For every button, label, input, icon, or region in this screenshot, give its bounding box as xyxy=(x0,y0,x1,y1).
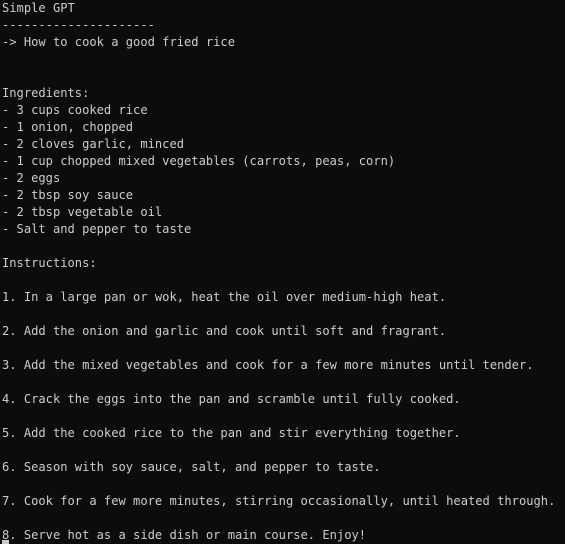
instruction-step: 5. Add the cooked rice to the pan and st… xyxy=(2,426,461,440)
instruction-step: 8. Serve hot as a side dish or main cour… xyxy=(2,528,367,542)
separator-line: --------------------- xyxy=(2,18,155,32)
ingredient-item: - 2 eggs xyxy=(2,171,61,185)
ingredient-item: - 2 cloves garlic, minced xyxy=(2,137,185,151)
instruction-step: 6. Season with soy sauce, salt, and pepp… xyxy=(2,460,381,474)
ingredient-item: - 3 cups cooked rice xyxy=(2,103,148,117)
instructions-header: Instructions: xyxy=(2,256,97,270)
instruction-step: 4. Crack the eggs into the pan and scram… xyxy=(2,392,461,406)
terminal-window[interactable]: Simple GPT --------------------- -> How … xyxy=(0,0,565,544)
text-cursor xyxy=(2,540,9,544)
ingredient-item: - 1 cup chopped mixed vegetables (carrot… xyxy=(2,154,396,168)
user-prompt: -> How to cook a good fried rice xyxy=(2,35,235,49)
ingredient-item: - Salt and pepper to taste xyxy=(2,222,192,236)
instruction-step: 2. Add the onion and garlic and cook unt… xyxy=(2,324,447,338)
app-title: Simple GPT xyxy=(2,1,75,15)
ingredient-item: - 2 tbsp soy sauce xyxy=(2,188,134,202)
ingredient-item: - 1 onion, chopped xyxy=(2,120,134,134)
ingredients-header: Ingredients: xyxy=(2,86,90,100)
instruction-step: 3. Add the mixed vegetables and cook for… xyxy=(2,358,534,372)
instruction-step: 1. In a large pan or wok, heat the oil o… xyxy=(2,290,447,304)
instruction-step: 7. Cook for a few more minutes, stirring… xyxy=(2,494,556,508)
ingredient-item: - 2 tbsp vegetable oil xyxy=(2,205,163,219)
